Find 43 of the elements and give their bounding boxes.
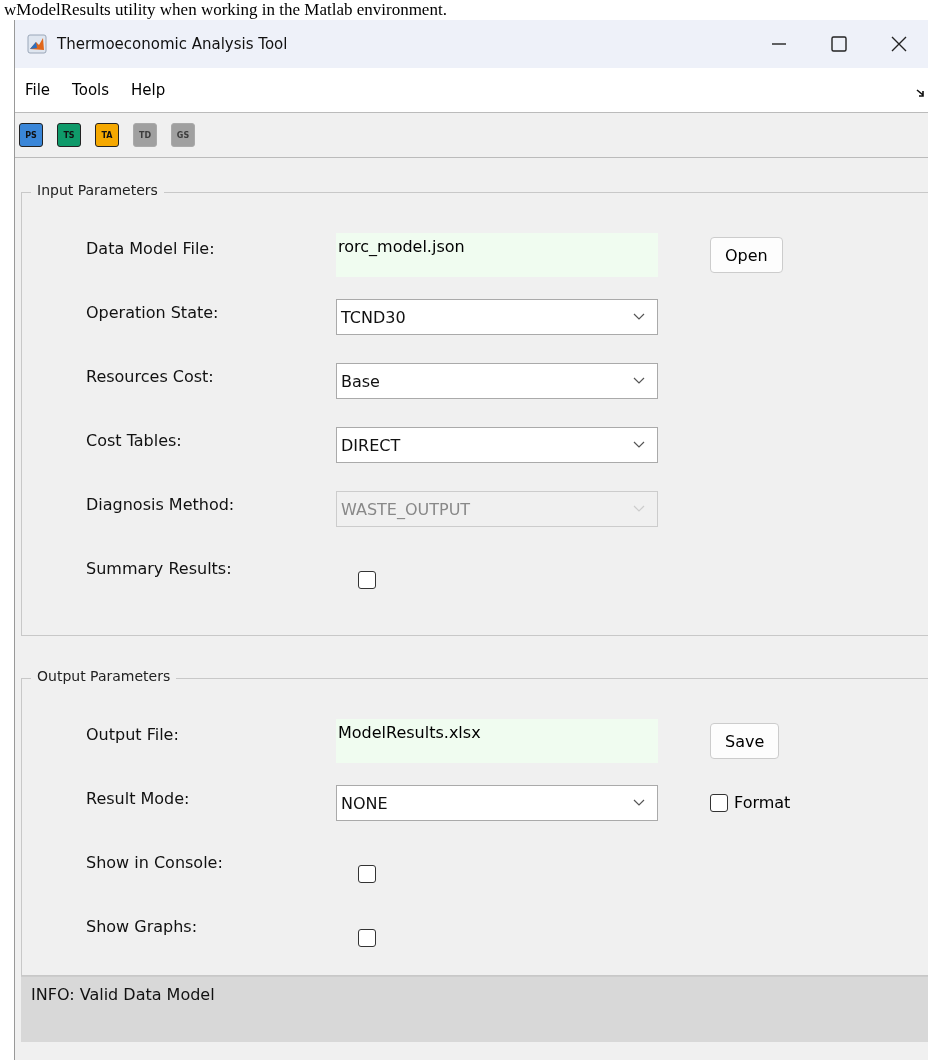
status-bar: INFO: Valid Data Model (21, 976, 928, 1042)
dropdown[interactable]: TCND30 (336, 299, 658, 335)
dropdown[interactable]: Base (336, 363, 658, 399)
field-label: Show in Console: (85, 852, 224, 872)
menu-item[interactable]: Help (131, 81, 166, 99)
dropdown[interactable]: NONE (336, 785, 658, 821)
file-button[interactable]: Open (710, 237, 783, 273)
field-label: Data Model File: (85, 238, 216, 258)
text-field[interactable]: rorc_model.json (336, 233, 658, 277)
checkbox[interactable] (358, 929, 376, 947)
checkbox[interactable] (358, 865, 376, 883)
chevron-icon (633, 313, 645, 321)
caption-text: wModelResults utility when working in the Matlab environment. (3, 0, 448, 20)
app-logo-icon (27, 34, 47, 54)
chevron-icon (633, 377, 645, 385)
field-label: Cost Tables: (85, 430, 183, 450)
window-title: Thermoeconomic Analysis Tool (57, 35, 289, 53)
chevron-icon (633, 505, 645, 513)
chevron-icon (633, 441, 645, 449)
field-label: Resources Cost: (85, 366, 215, 386)
chevron-icon (633, 799, 645, 807)
toolbar-button[interactable]: TA (95, 123, 119, 147)
close-icon[interactable] (890, 35, 908, 53)
field-label: Operation State: (85, 302, 220, 322)
checkbox[interactable] (710, 793, 728, 812)
field-label: Summary Results: (85, 558, 233, 578)
checkbox-label: Format (734, 793, 791, 812)
file-button[interactable]: Save (710, 723, 780, 759)
dropdown[interactable]: DIRECT (336, 427, 658, 463)
field-label: Result Mode: (85, 788, 191, 808)
text-field[interactable]: ModelResults.xlsx (336, 719, 658, 763)
maximize-icon[interactable] (830, 35, 848, 53)
toolbar-button[interactable]: TS (57, 123, 81, 147)
toolbar-button[interactable]: PS (19, 123, 43, 147)
field-label: Output File: (85, 724, 180, 744)
menu-item[interactable]: Tools (72, 81, 110, 99)
field-label: Show Graphs: (85, 916, 199, 936)
panel-title: Input Parameters (31, 182, 164, 198)
arrow-icon[interactable] (916, 88, 926, 98)
panel-title: Output Parameters (31, 668, 177, 684)
menu-item[interactable]: File (25, 81, 51, 99)
checkbox[interactable] (358, 571, 376, 589)
field-label: Diagnosis Method: (85, 494, 236, 514)
